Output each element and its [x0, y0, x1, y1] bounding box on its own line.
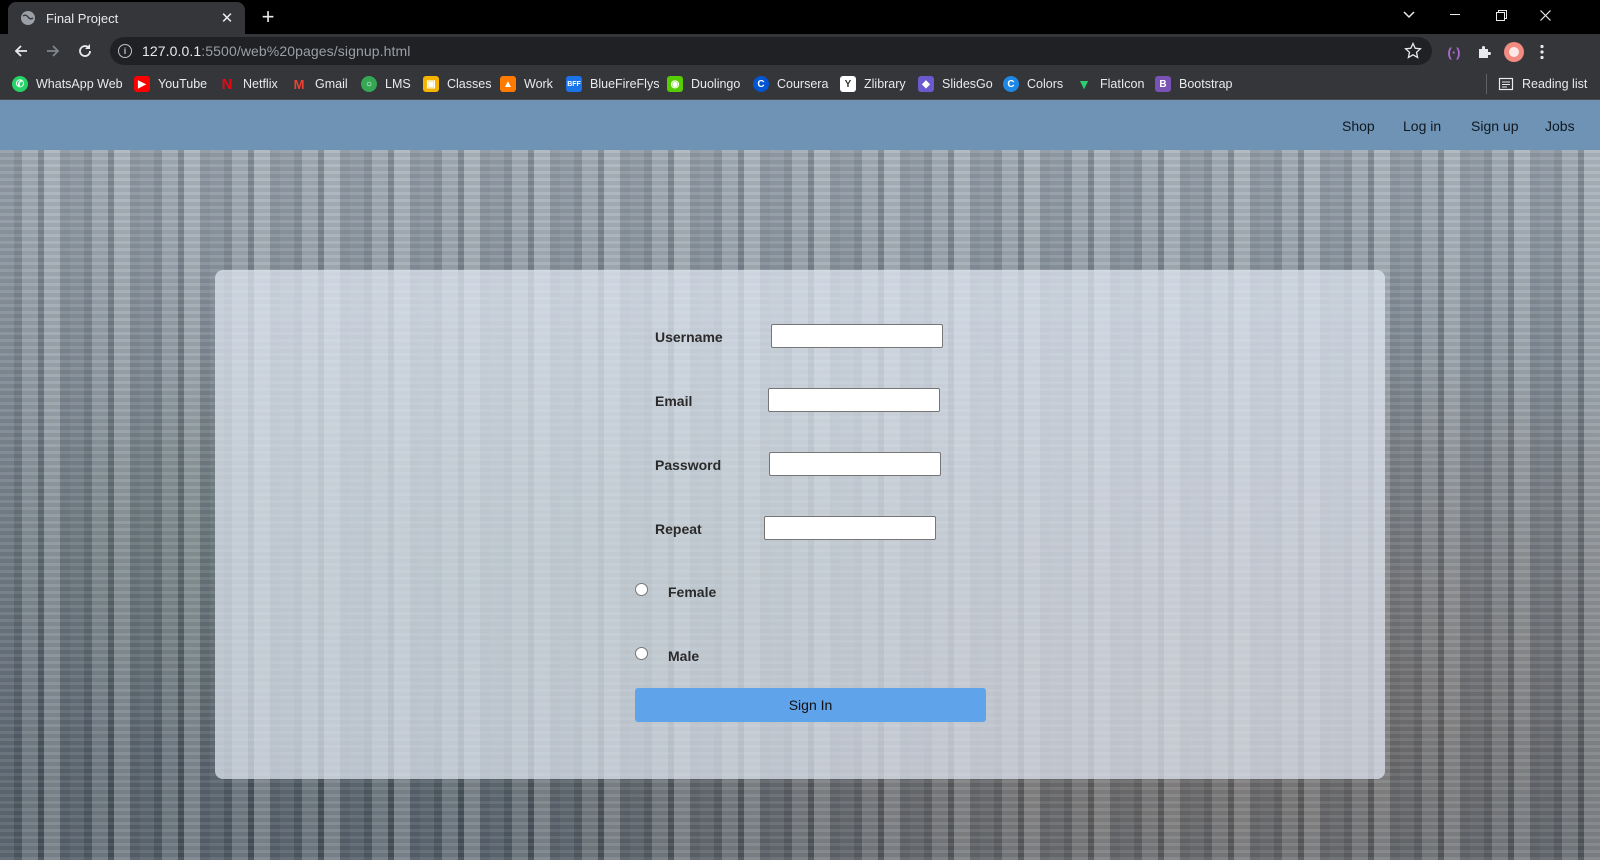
minimize-button[interactable] — [1432, 0, 1478, 30]
repeat-password-input[interactable] — [764, 516, 936, 540]
site-navbar: Shop Log in Sign up Jobs — [0, 100, 1600, 150]
bookmark-star-icon[interactable] — [1404, 42, 1422, 60]
puzzle-icon[interactable] — [1474, 42, 1494, 62]
sign-in-button[interactable]: Sign In — [635, 688, 986, 722]
bookmark-label: Classes — [447, 77, 492, 91]
menu-kebab-icon[interactable] — [1532, 42, 1552, 62]
reading-list-icon — [1498, 77, 1514, 91]
lms-icon: ○ — [361, 76, 377, 92]
flaticon-icon: ▼ — [1077, 76, 1091, 92]
password-input[interactable] — [769, 452, 941, 476]
bookmark-youtube[interactable]: ▶ YouTube — [134, 73, 207, 95]
forward-button[interactable] — [40, 38, 66, 64]
address-bar[interactable]: i 127.0.0.1:5500/web%20pages/signup.html — [110, 37, 1432, 65]
bookmark-label: Gmail — [315, 77, 348, 91]
reload-button[interactable] — [72, 38, 98, 64]
duolingo-icon: ◉ — [667, 76, 683, 92]
bookmark-flaticon[interactable]: ▼ FlatIcon — [1076, 73, 1144, 95]
male-label: Male — [668, 648, 700, 664]
female-radio[interactable] — [635, 583, 648, 596]
bookmark-colors[interactable]: C Colors — [1003, 73, 1063, 95]
browser-toolbar: i 127.0.0.1:5500/web%20pages/signup.html… — [0, 34, 1600, 68]
profile-avatar[interactable] — [1504, 42, 1524, 62]
site-info-icon[interactable]: i — [118, 44, 132, 58]
email-label: Email — [655, 393, 693, 409]
password-label: Password — [655, 457, 722, 473]
page-background: Shop Log in Sign up Jobs Username Email … — [0, 100, 1600, 860]
bookmark-slidesgo[interactable]: ◆ SlidesGo — [918, 73, 993, 95]
close-window-button[interactable] — [1522, 0, 1568, 30]
bookmark-label: Zlibrary — [864, 77, 906, 91]
classroom-icon: ▣ — [423, 76, 439, 92]
bookmark-label: WhatsApp Web — [36, 77, 123, 91]
username-input[interactable] — [771, 324, 943, 348]
email-input[interactable] — [768, 388, 940, 412]
netflix-icon: N — [221, 75, 233, 93]
username-label: Username — [655, 329, 723, 345]
bookmark-label: Coursera — [777, 77, 829, 91]
back-button[interactable] — [8, 38, 34, 64]
work-icon: ▲ — [500, 76, 516, 92]
arrow-left-icon — [14, 45, 27, 57]
gmail-icon: M — [293, 76, 305, 92]
close-tab-icon[interactable]: ✕ — [219, 10, 235, 27]
whatsapp-icon: ✆ — [12, 76, 28, 92]
bookmark-label: FlatIcon — [1100, 77, 1145, 91]
colors-icon: C — [1003, 76, 1019, 92]
bookmark-label: Netflix — [243, 77, 278, 91]
bookmark-label: Colors — [1027, 77, 1064, 91]
male-radio[interactable] — [635, 647, 648, 660]
slidesgo-icon: ◆ — [918, 76, 934, 92]
youtube-icon: ▶ — [134, 76, 150, 92]
nav-shop-link[interactable]: Shop — [1342, 118, 1375, 134]
zlibrary-icon: Y — [840, 76, 856, 92]
tab-strip: Final Project ✕ + — [0, 0, 1600, 34]
url-text: 127.0.0.1:5500/web%20pages/signup.html — [142, 43, 411, 59]
bookmark-lms[interactable]: ○ LMS — [361, 73, 411, 95]
tab-search-icon[interactable] — [1386, 0, 1432, 30]
restore-button[interactable] — [1478, 0, 1524, 30]
female-label: Female — [668, 584, 717, 600]
reading-list-button[interactable]: Reading list — [1498, 73, 1587, 95]
nav-login-link[interactable]: Log in — [1403, 118, 1441, 134]
reading-list-label: Reading list — [1522, 77, 1588, 91]
bookmark-bluefireflys[interactable]: BFF BlueFireFlys — [566, 73, 659, 95]
bookmark-label: LMS — [385, 77, 411, 91]
coursera-icon: C — [753, 76, 769, 92]
bookmark-netflix[interactable]: N Netflix — [219, 73, 278, 95]
bookmark-zlibrary[interactable]: Y Zlibrary — [840, 73, 906, 95]
reload-icon — [79, 44, 91, 57]
repeat-password-label: Repeat — [655, 521, 702, 537]
bluefireflys-icon: BFF — [566, 76, 582, 92]
nav-jobs-link[interactable]: Jobs — [1545, 118, 1575, 134]
tab-title: Final Project — [46, 10, 119, 26]
bookmark-classes[interactable]: ▣ Classes — [423, 73, 491, 95]
bookmark-label: Work — [524, 77, 553, 91]
bookmark-bootstrap[interactable]: B Bootstrap — [1155, 73, 1233, 95]
bookmark-gmail[interactable]: M Gmail — [291, 73, 348, 95]
bookmarks-divider — [1486, 74, 1487, 94]
bootstrap-icon: B — [1155, 76, 1171, 92]
bookmark-whatsapp[interactable]: ✆ WhatsApp Web — [12, 73, 123, 95]
bookmark-label: Bootstrap — [1179, 77, 1233, 91]
globe-icon — [21, 11, 35, 25]
arrow-right-icon — [47, 45, 60, 57]
bookmark-coursera[interactable]: C Coursera — [753, 73, 828, 95]
extension-icon[interactable]: (·) — [1444, 42, 1464, 62]
bookmark-duolingo[interactable]: ◉ Duolingo — [667, 73, 740, 95]
bookmark-label: SlidesGo — [942, 77, 993, 91]
bookmarks-bar: ✆ WhatsApp Web ▶ YouTube N Netflix M Gma… — [0, 68, 1600, 100]
new-tab-button[interactable]: + — [254, 3, 282, 31]
bookmark-work[interactable]: ▲ Work — [500, 73, 553, 95]
bookmark-label: BlueFireFlys — [590, 77, 660, 91]
browser-tab[interactable]: Final Project ✕ — [8, 2, 245, 34]
bookmark-label: YouTube — [158, 77, 208, 91]
nav-signup-link[interactable]: Sign up — [1471, 118, 1518, 134]
bookmark-label: Duolingo — [691, 77, 741, 91]
